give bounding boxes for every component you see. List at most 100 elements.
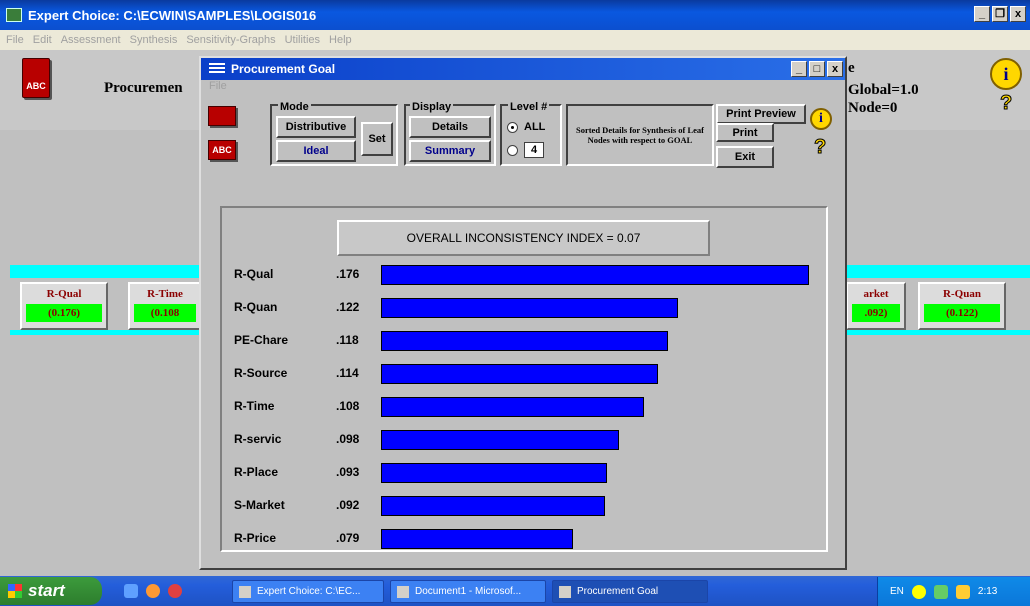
info-icon[interactable]: i bbox=[990, 58, 1022, 90]
minimize-button[interactable]: _ bbox=[974, 6, 990, 22]
bar-label-r-qual: R-Qual bbox=[234, 267, 274, 281]
node-label: R-Qual bbox=[46, 288, 82, 300]
bar-value-label: .108 bbox=[336, 399, 360, 413]
level-number-option[interactable]: 4 bbox=[507, 142, 544, 158]
node-r-qual[interactable]: R-Qual (0.176) bbox=[20, 282, 108, 330]
distributive-button[interactable]: Distributive bbox=[276, 116, 356, 138]
bar-label-r-time: R-Time bbox=[234, 399, 275, 413]
bar-value-label: .176 bbox=[336, 267, 360, 281]
dialog-menu-bar: File bbox=[201, 80, 845, 96]
node-value: (0.176) bbox=[26, 304, 102, 322]
node-value: (0.108 bbox=[134, 304, 196, 322]
clock: 2:13 bbox=[977, 586, 998, 597]
node-r-quan[interactable]: R-Quan (0.122) bbox=[918, 282, 1006, 330]
exit-button[interactable]: Exit bbox=[716, 146, 774, 168]
tray-volume-icon[interactable] bbox=[933, 584, 948, 599]
abc-book-icon-small[interactable]: ABC bbox=[208, 140, 236, 160]
book-icon[interactable] bbox=[208, 106, 236, 126]
firefox-icon[interactable] bbox=[146, 584, 160, 598]
menu-utilities[interactable]: Utilities bbox=[285, 34, 320, 46]
menu-help[interactable]: Help bbox=[329, 34, 352, 46]
dialog-menu-file[interactable]: File bbox=[209, 80, 227, 92]
dialog-app-icon bbox=[209, 63, 225, 75]
start-button[interactable]: start bbox=[0, 577, 102, 605]
language-indicator[interactable]: EN bbox=[890, 586, 904, 597]
show-desktop-icon[interactable] bbox=[124, 584, 138, 598]
bar-r-qual bbox=[381, 265, 809, 285]
bar-label-pe-chare: PE-Chare bbox=[234, 333, 289, 347]
bar-r-time bbox=[381, 397, 644, 417]
bar-value-label: .114 bbox=[336, 366, 359, 380]
background-goal-title: Procuremen bbox=[104, 80, 183, 96]
bar-label-r-servic: R-servic bbox=[234, 432, 282, 446]
node-s-market[interactable]: arket .092) bbox=[846, 282, 906, 330]
help-question-icon[interactable]: ? bbox=[999, 92, 1012, 115]
dialog-info-icon[interactable]: i bbox=[810, 108, 832, 130]
display-label: Display bbox=[410, 101, 454, 113]
restore-button[interactable]: ❐ bbox=[992, 6, 1008, 22]
level-all-label: ALL bbox=[524, 121, 546, 133]
dialog-maximize-button[interactable]: □ bbox=[809, 61, 825, 77]
menu-assessment[interactable]: Assessment bbox=[61, 34, 121, 46]
bar-r-servic bbox=[381, 430, 619, 450]
summary-button[interactable]: Summary bbox=[409, 140, 491, 162]
mode-label: Mode bbox=[278, 101, 311, 113]
set-button[interactable]: Set bbox=[361, 122, 393, 156]
procurement-task-icon bbox=[559, 585, 571, 598]
menu-edit[interactable]: Edit bbox=[33, 34, 52, 46]
synthesis-description: Sorted Details for Synthesis of Leaf Nod… bbox=[566, 104, 714, 166]
word-task-icon bbox=[397, 585, 409, 598]
details-button[interactable]: Details bbox=[409, 116, 491, 138]
menu-synthesis[interactable]: Synthesis bbox=[130, 34, 178, 46]
task-label: Expert Choice: C:\EC... bbox=[257, 586, 361, 597]
tray-security-icon[interactable] bbox=[955, 584, 970, 599]
bar-value-label: .079 bbox=[336, 531, 360, 545]
bar-value-label: .118 bbox=[336, 333, 359, 347]
bar-r-place bbox=[381, 463, 607, 483]
dialog-close-button[interactable]: x bbox=[827, 61, 843, 77]
bar-value-label: .092 bbox=[336, 498, 360, 512]
ideal-button[interactable]: Ideal bbox=[276, 140, 356, 162]
level-number-input[interactable]: 4 bbox=[524, 142, 544, 158]
print-button[interactable]: Print bbox=[716, 123, 774, 142]
bar-label-r-place: R-Place bbox=[234, 465, 279, 479]
tray-network-icon[interactable] bbox=[911, 584, 926, 599]
level-all-option[interactable]: ALL bbox=[507, 121, 545, 133]
bar-r-quan bbox=[381, 298, 678, 318]
level-all-radio[interactable] bbox=[507, 121, 518, 133]
opera-icon[interactable] bbox=[168, 584, 182, 598]
system-tray: EN 2:13 bbox=[877, 577, 1030, 606]
start-label: start bbox=[28, 581, 65, 600]
global-priority: Global=1.0 bbox=[848, 82, 919, 98]
bar-label-r-quan: R-Quan bbox=[234, 300, 278, 314]
bar-value-label: .122 bbox=[336, 300, 360, 314]
dialog-minimize-button[interactable]: _ bbox=[791, 61, 807, 77]
expert-choice-task-icon bbox=[239, 585, 251, 598]
menu-file[interactable]: File bbox=[6, 34, 24, 46]
bar-r-price bbox=[381, 529, 573, 549]
node-label: R-Time bbox=[147, 288, 183, 300]
print-preview-button[interactable]: Print Preview bbox=[716, 104, 806, 124]
inconsistency-index-box: OVERALL INCONSISTENCY INDEX = 0.07 bbox=[337, 220, 710, 256]
bar-label-s-market: S-Market bbox=[234, 498, 285, 512]
dialog-title-bar[interactable]: Procurement Goal _ □ x bbox=[201, 58, 845, 80]
bar-r-source bbox=[381, 364, 658, 384]
bar-pe-chare bbox=[381, 331, 668, 351]
main-menu-bar: File Edit Assessment Synthesis Sensitivi… bbox=[0, 30, 1030, 50]
task-expert-choice[interactable]: Expert Choice: C:\EC... bbox=[232, 580, 384, 603]
background-goal-title-tail: e bbox=[848, 60, 855, 76]
node-r-time[interactable]: R-Time (0.108 bbox=[128, 282, 202, 330]
dialog-help-icon[interactable]: ? bbox=[813, 136, 826, 159]
level-number-radio[interactable] bbox=[507, 144, 518, 156]
task-document1[interactable]: Document1 - Microsof... bbox=[390, 580, 546, 603]
node-label: arket bbox=[863, 288, 889, 300]
node-value: (0.122) bbox=[924, 304, 1000, 322]
main-title-bar[interactable]: Expert Choice: C:\ECWIN\SAMPLES\LOGIS016… bbox=[0, 0, 1030, 30]
app-icon bbox=[6, 8, 22, 22]
dialog-title: Procurement Goal bbox=[231, 62, 336, 76]
close-button[interactable]: x bbox=[1010, 6, 1026, 22]
menu-sensitivity-graphs[interactable]: Sensitivity-Graphs bbox=[186, 34, 275, 46]
node-label: R-Quan bbox=[943, 288, 981, 300]
task-procurement-goal[interactable]: Procurement Goal bbox=[552, 580, 708, 603]
abc-book-icon[interactable]: ABC bbox=[22, 58, 50, 98]
